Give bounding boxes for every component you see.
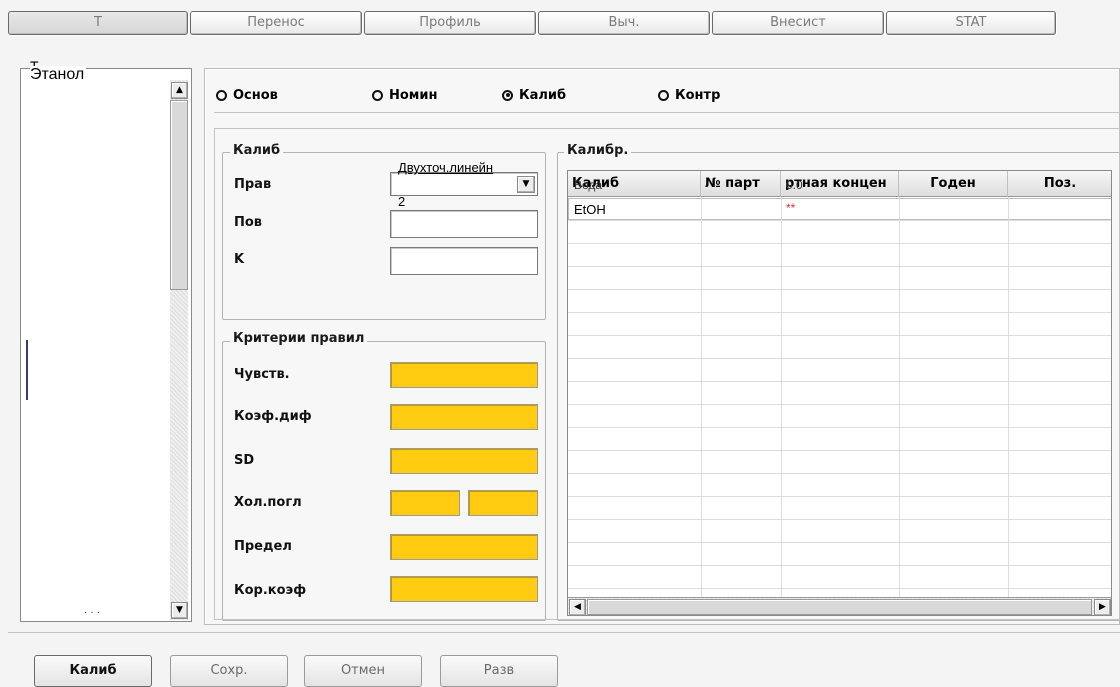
rule-select[interactable] [390, 172, 538, 196]
radio-kalib-label: Калиб [519, 87, 567, 103]
calib-button[interactable]: Калиб [34, 655, 152, 687]
pov-input[interactable] [390, 210, 538, 238]
save-button[interactable]: Сохр. [170, 655, 288, 687]
grid-row-line [568, 220, 1111, 221]
tab-profil[interactable]: Профиль [364, 11, 536, 35]
cancel-button[interactable]: Отмен [304, 655, 422, 687]
grid-row-line [568, 266, 1111, 267]
table-scroll-right-icon[interactable]: ▶ [1094, 599, 1111, 615]
grid-row-line [568, 312, 1111, 313]
radio-nomin[interactable]: Номин [372, 87, 438, 103]
bottom-divider [8, 632, 1120, 633]
criteria-field-corcoef[interactable] [390, 576, 538, 602]
grid-row-line [568, 450, 1111, 451]
grid-col-line [1008, 197, 1009, 597]
header-overlay-text: Вода [574, 178, 603, 192]
tab-stat[interactable]: STAT [886, 11, 1056, 35]
radio-kontr-label: Контр [675, 87, 721, 103]
grid-row-line [568, 519, 1111, 520]
rule-dropdown-icon[interactable]: ▼ [517, 176, 535, 193]
k-input[interactable] [390, 247, 538, 275]
criteria-label-sd: SD [234, 453, 255, 468]
grid-row-line [568, 289, 1111, 290]
radio-off-icon [216, 89, 227, 101]
criteria-label-holpogl: Хол.погл [234, 495, 302, 510]
radio-off-icon [658, 89, 669, 101]
col-header-pos[interactable]: Поз. [1008, 171, 1111, 197]
grid-row-line [568, 588, 1111, 589]
radio-osnov[interactable]: Основ [216, 87, 278, 103]
col-header-valid[interactable]: Годен [899, 171, 1008, 197]
tab-t[interactable]: T [8, 11, 188, 35]
table-scroll-left-icon[interactable]: ◀ [569, 599, 586, 615]
list-selected-item[interactable]: Этанол [30, 66, 87, 84]
grid-row-line [568, 404, 1111, 405]
grid-row-line [568, 335, 1111, 336]
grid-row-line [568, 243, 1111, 244]
radio-osnov-label: Основ [233, 87, 278, 103]
pov-label: Пов [234, 215, 263, 230]
list-left-marker [26, 340, 28, 400]
grid-col-line [781, 197, 782, 597]
grid-row-line [568, 473, 1111, 474]
tab-perenos[interactable]: Перенос [190, 11, 362, 35]
radio-off-icon [372, 89, 383, 101]
radio-kontr[interactable]: Контр [658, 87, 720, 103]
table-hscroll-thumb[interactable] [587, 599, 1092, 615]
criteria-field-holpogl-a[interactable] [390, 490, 460, 516]
table-row-selected[interactable] [568, 198, 1111, 220]
radio-kalib[interactable]: Калиб [502, 87, 566, 103]
criteria-field-coefdif[interactable] [390, 404, 538, 430]
list-scroll-up-icon[interactable]: ▲ [171, 82, 188, 99]
list-bottom-dots: . . . [84, 605, 100, 616]
grid-row-line [568, 542, 1111, 543]
rule-value-line1: Двухточ.линейн [398, 160, 494, 175]
calib-group-title: Калиб [230, 143, 284, 158]
list-scroll-down-icon[interactable]: ▼ [171, 602, 188, 619]
col-header-part[interactable]: № парт [701, 171, 781, 197]
rule-label: Прав [234, 177, 272, 192]
grid-row-line [568, 381, 1111, 382]
table-cell-calib: EtOH [574, 202, 606, 217]
calib-table-title: Калибр. [564, 143, 632, 158]
criteria-label-sens: Чувств. [234, 367, 290, 382]
header-overlay-value: 0.0 [786, 178, 803, 192]
rule-value-line2: 2 [398, 194, 406, 209]
tab-vych[interactable]: Выч. [538, 11, 710, 35]
radio-on-icon [502, 89, 513, 101]
criteria-group-title: Критерии правил [230, 331, 368, 346]
grid-col-line [701, 197, 702, 597]
grid-row-line [568, 427, 1111, 428]
tab-vnesist[interactable]: Внесист [712, 11, 884, 35]
criteria-field-limit[interactable] [390, 534, 538, 560]
criteria-field-sd[interactable] [390, 448, 538, 474]
criteria-field-sens[interactable] [390, 362, 538, 388]
expand-button[interactable]: Разв [440, 655, 558, 687]
radio-nomin-label: Номин [389, 87, 438, 103]
k-label: K [234, 252, 245, 267]
calib-table: Калиб № парт ртная концен Годен Поз. Вод… [567, 170, 1112, 616]
criteria-label-limit: Предел [234, 539, 292, 554]
criteria-label-corcoef: Кор.коэф [234, 583, 307, 598]
criteria-label-coefdif: Коэф.диф [234, 409, 312, 424]
grid-row-line [568, 358, 1111, 359]
table-header: Калиб № парт ртная концен Годен Поз. [568, 171, 1111, 197]
criteria-field-holpogl-b[interactable] [468, 490, 538, 516]
list-scroll-thumb[interactable] [170, 100, 188, 290]
grid-row-line [568, 565, 1111, 566]
grid-row-line [568, 496, 1111, 497]
item-list-box [20, 68, 192, 622]
table-cell-conc: ** [786, 201, 796, 215]
grid-col-line [899, 197, 900, 597]
